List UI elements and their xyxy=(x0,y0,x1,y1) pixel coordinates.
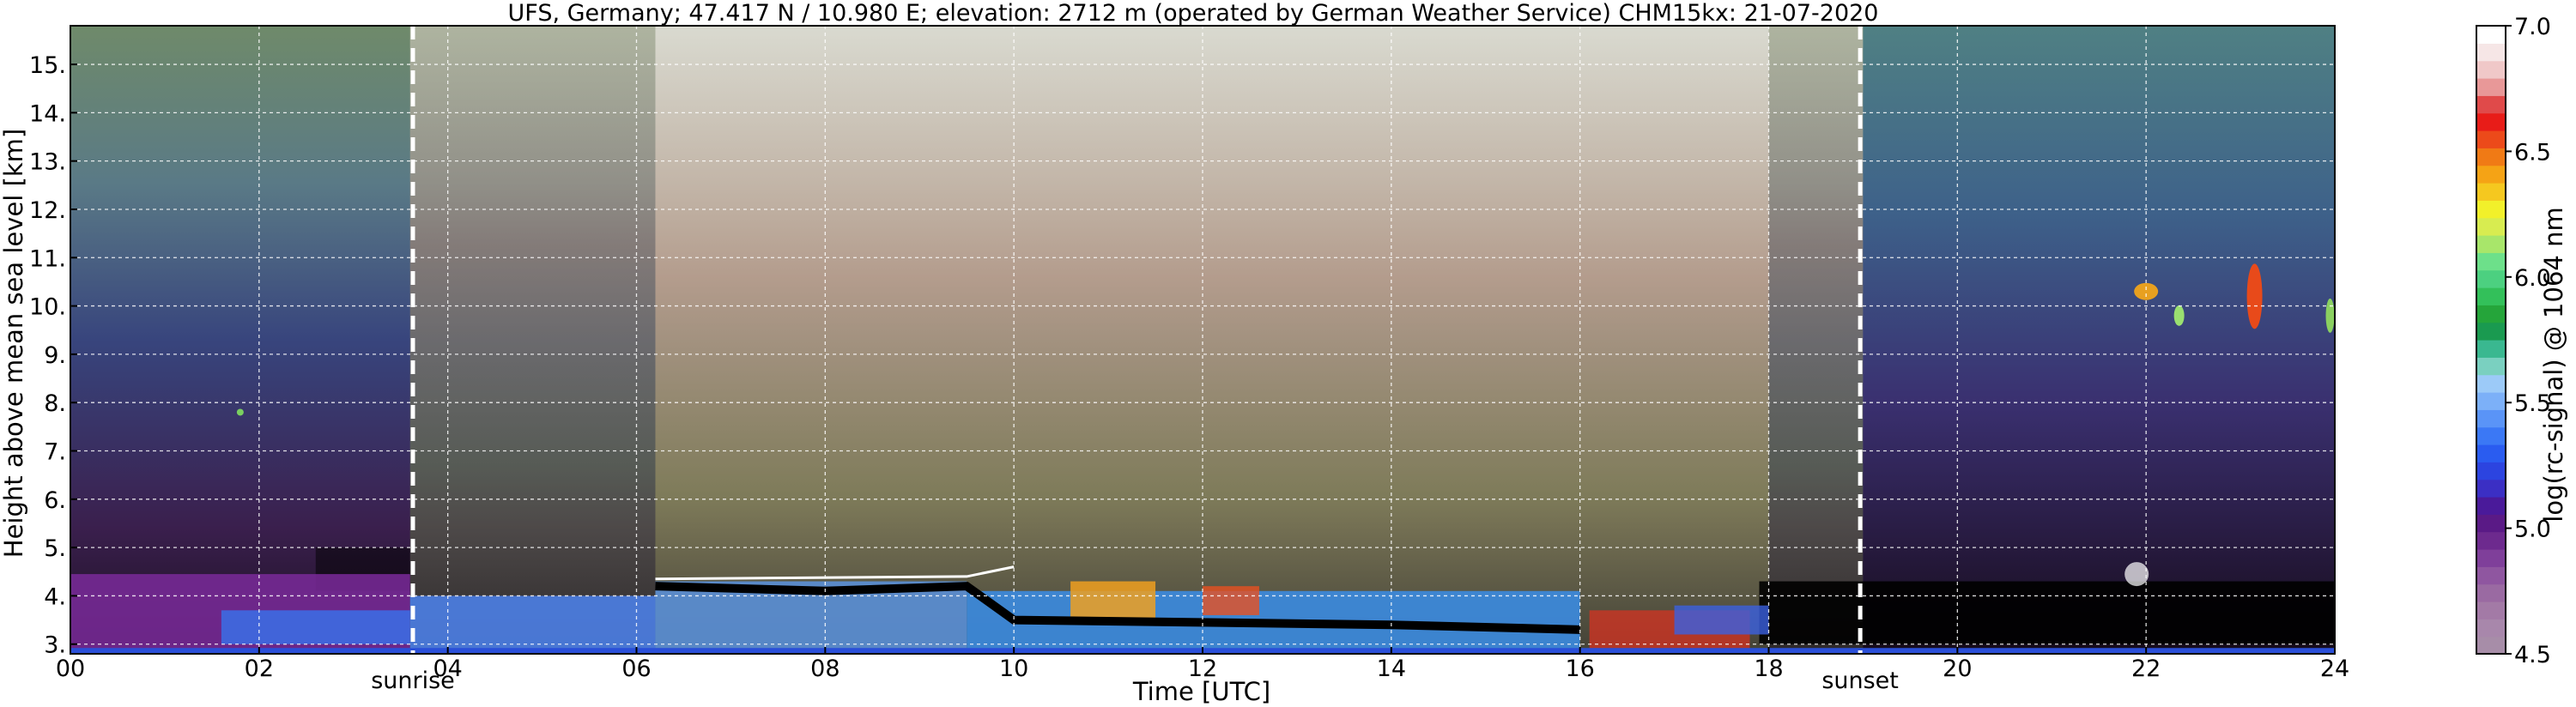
night-signal xyxy=(1863,26,2335,654)
y-axis-label: Height above mean sea level [km] xyxy=(0,129,28,558)
x-tick-label: 08 xyxy=(810,656,839,682)
colorbar-segment xyxy=(2476,252,2506,271)
y-tick-label: 7. xyxy=(44,439,66,466)
cirrus-cloud xyxy=(2134,282,2159,300)
sunset-label: sunset xyxy=(1821,668,1899,694)
boundary-layer xyxy=(221,610,410,644)
colorbar-segment xyxy=(2476,549,2506,567)
y-tick-label: 5. xyxy=(44,535,66,562)
x-tick-label: 22 xyxy=(2131,656,2161,682)
colorbar-segment xyxy=(2476,26,2506,44)
colorbar-segment xyxy=(2476,60,2506,79)
colorbar-segment xyxy=(2476,112,2506,131)
cloud-core xyxy=(1070,581,1156,620)
colorbar-segment xyxy=(2476,566,2506,585)
y-tick-label: 6. xyxy=(44,487,66,514)
colorbar-segment xyxy=(2476,340,2506,358)
colorbar-segment xyxy=(2476,374,2506,393)
colorbar-segment xyxy=(2476,95,2506,114)
colorbar-segment xyxy=(2476,130,2506,148)
colorbar-segment xyxy=(2476,148,2506,166)
colorbar-segment xyxy=(2476,235,2506,253)
colorbar-segment xyxy=(2476,619,2506,638)
colorbar-segment xyxy=(2476,479,2506,498)
chart-title: UFS, Germany; 47.417 N / 10.980 E; eleva… xyxy=(508,0,1879,27)
y-tick-label: 13. xyxy=(29,149,66,176)
cloud-core xyxy=(1203,586,1259,615)
colorbar-tick-label: 7.0 xyxy=(2514,14,2551,40)
colorbar-segment xyxy=(2476,497,2506,515)
cirrus-cloud xyxy=(2173,305,2185,326)
y-tick-label: 10. xyxy=(29,294,66,321)
cirrus-cloud xyxy=(2325,298,2335,333)
colorbar-segment xyxy=(2476,78,2506,96)
x-tick-label: 06 xyxy=(621,656,651,682)
y-tick-label: 12. xyxy=(29,197,66,224)
x-tick-label: 20 xyxy=(1943,656,1972,682)
x-tick-label: 00 xyxy=(56,656,85,682)
x-tick-label: 10 xyxy=(999,656,1028,682)
colorbar-segment xyxy=(2476,426,2506,445)
y-tick-label: 8. xyxy=(44,390,66,417)
colorbar-segment xyxy=(2476,357,2506,376)
colorbar-segment xyxy=(2476,531,2506,550)
colorbar-segment xyxy=(2476,583,2506,602)
colorbar-segment xyxy=(2476,165,2506,184)
x-tick-label: 18 xyxy=(1754,656,1783,682)
boundary-layer xyxy=(1674,605,1769,635)
ceilometer-chart: sunrise sunset 00 02 04 06 08 10 12 14 16 18 20 22 24… xyxy=(0,0,2568,706)
colorbar-segment xyxy=(2476,392,2506,410)
colorbar-tick-label: 4.5 xyxy=(2514,642,2551,668)
cirrus-cloud xyxy=(2246,263,2263,329)
daytime-signal xyxy=(655,26,1769,654)
evening-signal xyxy=(1768,26,1864,654)
colorbar-segment xyxy=(2476,183,2506,201)
cloud-patch xyxy=(2124,562,2149,587)
colorbar-segment xyxy=(2476,217,2506,236)
y-tick-label: 9. xyxy=(44,342,66,369)
colorbar-segment xyxy=(2476,409,2506,428)
colorbar-segment xyxy=(2476,601,2506,619)
dark-zone xyxy=(1759,581,2335,644)
colorbar-segment xyxy=(2476,322,2506,341)
colorbar-segment xyxy=(2476,444,2506,462)
colorbar-segment xyxy=(2476,636,2506,655)
colorbar-label: log(rc-signal) @ 1064 nm xyxy=(2539,207,2568,522)
y-tick-label: 11. xyxy=(29,245,66,272)
colorbar-segment xyxy=(2476,200,2506,219)
colorbar-segment xyxy=(2476,514,2506,533)
aerosol-spot xyxy=(236,408,244,416)
y-tick-label: 3. xyxy=(44,632,66,659)
colorbar-segment xyxy=(2476,305,2506,323)
x-tick-label: 14 xyxy=(1377,656,1406,682)
x-tick-label: 16 xyxy=(1565,656,1594,682)
colorbar-segment xyxy=(2476,287,2506,305)
y-tick-label: 14. xyxy=(29,100,66,127)
colorbar-segment xyxy=(2476,462,2506,480)
y-tick-label: 15. xyxy=(29,52,66,79)
morning-signal xyxy=(409,26,656,654)
colorbar-segment xyxy=(2476,269,2506,288)
x-axis-label: Time [UTC] xyxy=(1132,677,1270,706)
x-tick-label: 24 xyxy=(2320,656,2349,682)
colorbar-segment xyxy=(2476,43,2506,62)
x-tick-label: 04 xyxy=(433,656,462,682)
colorbar-tick-label: 6.5 xyxy=(2514,139,2551,166)
boundary-layer xyxy=(409,595,656,650)
y-tick-label: 4. xyxy=(44,583,66,610)
x-tick-label: 02 xyxy=(245,656,274,682)
